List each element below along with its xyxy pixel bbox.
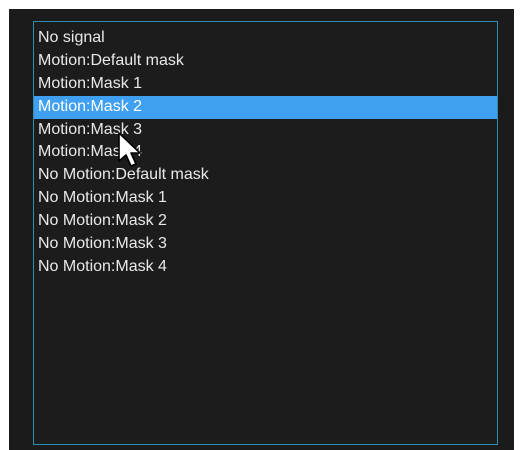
list-item-no-motion-mask-1[interactable]: No Motion:Mask 1 bbox=[34, 187, 497, 210]
mask-listbox[interactable]: No signal Motion:Default mask Motion:Mas… bbox=[33, 21, 498, 445]
list-item-no-signal[interactable]: No signal bbox=[34, 27, 497, 50]
list-item-motion-mask-2[interactable]: Motion:Mask 2 bbox=[34, 95, 497, 119]
list-item-motion-mask-1[interactable]: Motion:Mask 1 bbox=[34, 73, 497, 96]
list-item-motion-default-mask[interactable]: Motion:Default mask bbox=[34, 50, 497, 73]
dialog-panel: No signal Motion:Default mask Motion:Mas… bbox=[9, 9, 514, 450]
list-item-no-motion-mask-4[interactable]: No Motion:Mask 4 bbox=[34, 256, 497, 279]
list-item-no-motion-default-mask[interactable]: No Motion:Default mask bbox=[34, 164, 497, 187]
mask-list: No signal Motion:Default mask Motion:Mas… bbox=[34, 22, 497, 279]
list-item-no-motion-mask-2[interactable]: No Motion:Mask 2 bbox=[34, 210, 497, 233]
list-item-no-motion-mask-3[interactable]: No Motion:Mask 3 bbox=[34, 233, 497, 256]
list-item-motion-mask-4[interactable]: Motion:Mask 4 bbox=[34, 141, 497, 164]
list-item-motion-mask-3[interactable]: Motion:Mask 3 bbox=[34, 119, 497, 142]
